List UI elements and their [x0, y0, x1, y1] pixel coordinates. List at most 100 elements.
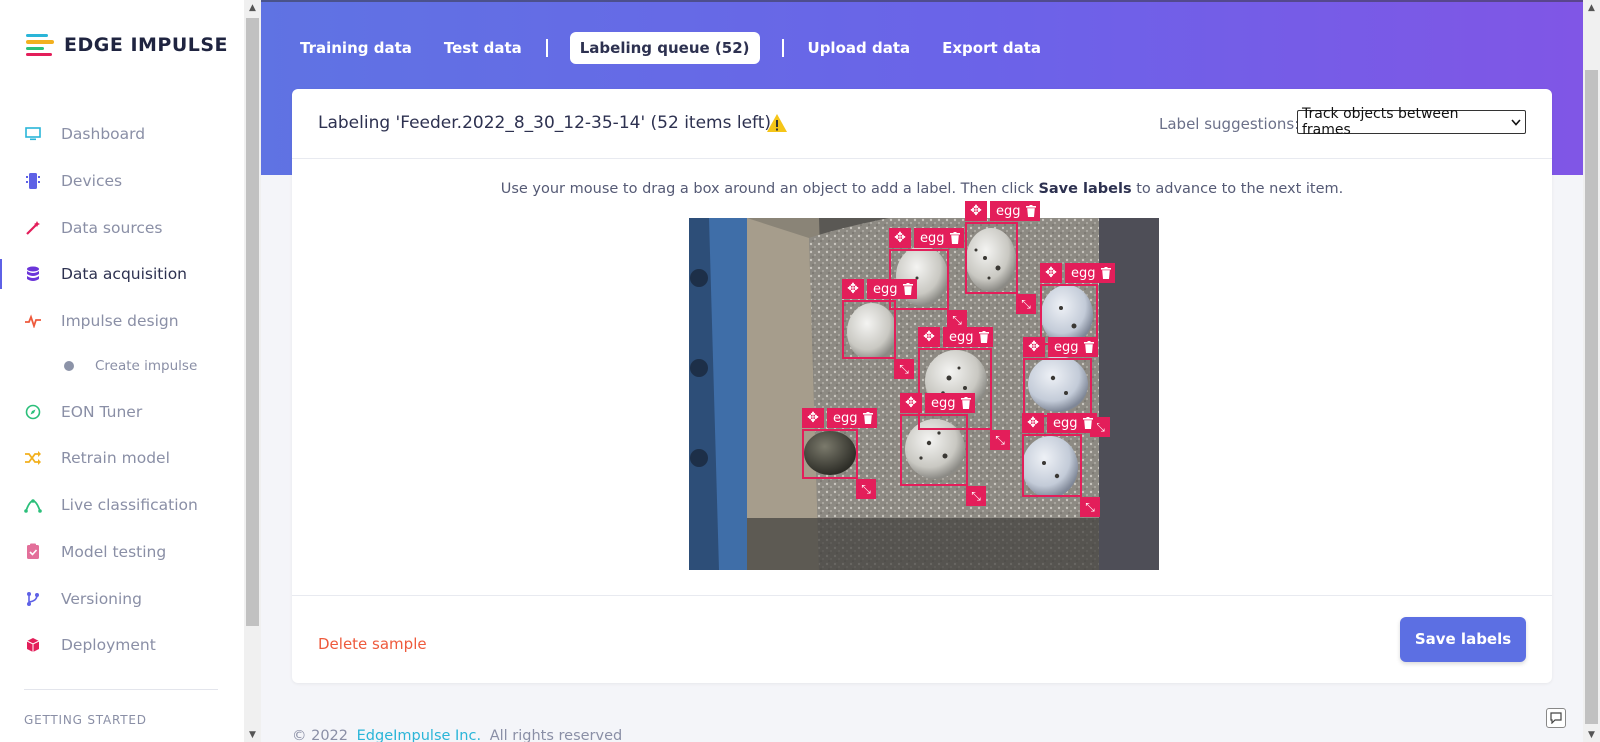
shuffle-icon — [24, 449, 42, 467]
delete-sample-link[interactable]: Delete sample — [318, 635, 427, 653]
sidebar-scrollbar[interactable]: ▲ ▼ — [244, 0, 261, 742]
move-handle-icon[interactable]: ✥ — [918, 327, 940, 347]
sidebar-item-label: Retrain model — [61, 449, 170, 468]
sidebar-item-label: Model testing — [61, 542, 167, 561]
bbox-label[interactable]: egg — [1047, 413, 1097, 433]
resize-handle-icon[interactable]: ⤡ — [856, 479, 876, 499]
trash-icon[interactable] — [960, 397, 971, 409]
sidebar-item-versioning[interactable]: Versioning — [0, 575, 244, 622]
tab-test-data[interactable]: Test data — [428, 32, 538, 64]
copyright: © 2022 EdgeImpulse Inc. All rights reser… — [292, 728, 622, 742]
bbox-label[interactable]: egg — [914, 228, 964, 248]
resize-handle-icon[interactable]: ⤡ — [894, 359, 914, 379]
trash-icon[interactable] — [1025, 205, 1036, 217]
trash-icon[interactable] — [978, 331, 989, 343]
bbox-label-text: egg — [920, 230, 945, 246]
pulse-icon — [24, 312, 42, 330]
resize-handle-icon[interactable]: ⤡ — [1080, 497, 1100, 517]
bbox-label[interactable]: egg — [925, 393, 975, 413]
sidebar-item-deployment[interactable]: Deployment — [0, 622, 244, 669]
save-labels-button[interactable]: Save labels — [1400, 617, 1526, 662]
move-handle-icon[interactable]: ✥ — [1040, 263, 1062, 283]
move-handle-icon[interactable]: ✥ — [842, 279, 864, 299]
sidebar-item-live-classification[interactable]: Live classification — [0, 482, 244, 529]
trash-icon[interactable] — [1100, 267, 1111, 279]
move-handle-icon[interactable]: ✥ — [889, 228, 911, 248]
sidebar-nav: Dashboard Devices Data sources Data acqu… — [0, 111, 244, 669]
sidebar-subitem-label: Create impulse — [95, 358, 198, 375]
main-scrollbar[interactable]: ▲ ▼ — [1583, 0, 1600, 742]
card-header: Labeling 'Feeder.2022_8_30_12-35-14' (52… — [292, 89, 1552, 159]
bbox-label-text: egg — [1054, 339, 1079, 355]
warning-icon[interactable] — [766, 113, 788, 133]
trash-icon[interactable] — [949, 232, 960, 244]
labeling-canvas[interactable]: ✥ egg ⤡ ✥ egg ⤡ ✥ egg ⤡ ✥ egg ✥ egg ⤡ ✥ egg ⤡ … — [689, 201, 1159, 570]
feedback-button[interactable] — [1546, 708, 1566, 728]
label-suggestions-label: Label suggestions: — [1159, 115, 1300, 133]
sidebar-item-eon-tuner[interactable]: EON Tuner — [0, 388, 244, 435]
sidebar: EDGE IMPULSE Dashboard Devices Data sour… — [0, 0, 244, 742]
brand-logo[interactable]: EDGE IMPULSE — [26, 34, 228, 56]
scroll-up-arrow-icon[interactable]: ▲ — [244, 3, 261, 13]
bullet-icon — [64, 361, 74, 372]
cube-icon — [24, 636, 42, 654]
bbox-label[interactable]: egg — [943, 327, 993, 347]
move-handle-icon[interactable]: ✥ — [965, 201, 987, 221]
label-suggestions-select[interactable]: Track objects between frames — [1297, 106, 1526, 138]
sidebar-item-label: Live classification — [61, 496, 198, 515]
sidebar-section-title: GETTING STARTED — [24, 713, 147, 727]
bbox-label[interactable]: egg — [1065, 263, 1115, 283]
sidebar-subitem-create-impulse[interactable]: Create impulse — [0, 344, 244, 388]
label-suggestions-value: Track objects between frames — [1302, 106, 1459, 138]
bounding-box[interactable]: ✥ egg ⤡ — [1023, 337, 1110, 437]
move-handle-icon[interactable]: ✥ — [1022, 413, 1044, 433]
tab-export-data[interactable]: Export data — [926, 32, 1057, 64]
bounding-box[interactable]: ✥ egg ⤡ — [842, 279, 917, 379]
chip-icon — [24, 172, 42, 190]
tab-training-data[interactable]: Training data — [300, 32, 428, 64]
copyright-suffix: All rights reserved — [489, 728, 623, 742]
labeling-instructions: Use your mouse to drag a box around an o… — [292, 181, 1552, 197]
resize-handle-icon[interactable]: ⤡ — [1016, 294, 1036, 314]
move-handle-icon[interactable]: ✥ — [802, 408, 824, 428]
tab-upload-data[interactable]: Upload data — [792, 32, 927, 64]
bbox-label-text: egg — [931, 395, 956, 411]
bounding-box[interactable]: ✥ egg ⤡ — [802, 408, 877, 499]
sidebar-item-data-acquisition[interactable]: Data acquisition — [0, 251, 244, 298]
bbox-label[interactable]: egg — [990, 201, 1040, 221]
trash-icon[interactable] — [902, 283, 913, 295]
trash-icon[interactable] — [1082, 417, 1093, 429]
bounding-box[interactable]: ✥ egg ⤡ — [965, 201, 1040, 314]
trash-icon[interactable] — [862, 412, 873, 424]
sidebar-item-dashboard[interactable]: Dashboard — [0, 111, 244, 158]
bounding-box[interactable]: ✥ egg ⤡ — [900, 393, 986, 506]
scroll-down-arrow-icon[interactable]: ▼ — [1583, 730, 1600, 740]
sidebar-item-model-testing[interactable]: Model testing — [0, 529, 244, 576]
bounding-box[interactable]: ✥ egg ⤡ — [1022, 413, 1100, 517]
move-handle-icon[interactable]: ✥ — [1023, 337, 1045, 357]
branch-icon — [24, 590, 42, 608]
compass-icon — [24, 403, 42, 421]
bbox-label[interactable]: egg — [1048, 337, 1098, 357]
bbox-label[interactable]: egg — [827, 408, 877, 428]
sidebar-item-label: EON Tuner — [61, 402, 143, 421]
trash-icon[interactable] — [1083, 341, 1094, 353]
sidebar-item-devices[interactable]: Devices — [0, 158, 244, 205]
move-handle-icon[interactable]: ✥ — [900, 393, 922, 413]
sidebar-item-retrain-model[interactable]: Retrain model — [0, 435, 244, 482]
sidebar-item-label: Versioning — [61, 589, 142, 608]
tab-labeling-queue[interactable]: Labeling queue (52) — [569, 32, 760, 64]
sidebar-item-data-sources[interactable]: Data sources — [0, 204, 244, 251]
sidebar-item-impulse-design[interactable]: Impulse design — [0, 298, 244, 345]
bbox-label[interactable]: egg — [867, 279, 917, 299]
labeling-title: Labeling 'Feeder.2022_8_30_12-35-14' (52… — [318, 113, 772, 133]
sidebar-scroll-thumb[interactable] — [246, 18, 259, 626]
resize-handle-icon[interactable]: ⤡ — [966, 486, 986, 506]
magic-wand-icon — [24, 219, 42, 237]
main-scroll-thumb[interactable] — [1585, 70, 1598, 724]
company-link[interactable]: EdgeImpulse Inc. — [357, 728, 481, 742]
resize-handle-icon[interactable]: ⤡ — [990, 430, 1010, 450]
scroll-up-arrow-icon[interactable]: ▲ — [1583, 3, 1600, 13]
scroll-down-arrow-icon[interactable]: ▼ — [244, 730, 261, 740]
edge-impulse-logo-icon — [26, 34, 56, 56]
